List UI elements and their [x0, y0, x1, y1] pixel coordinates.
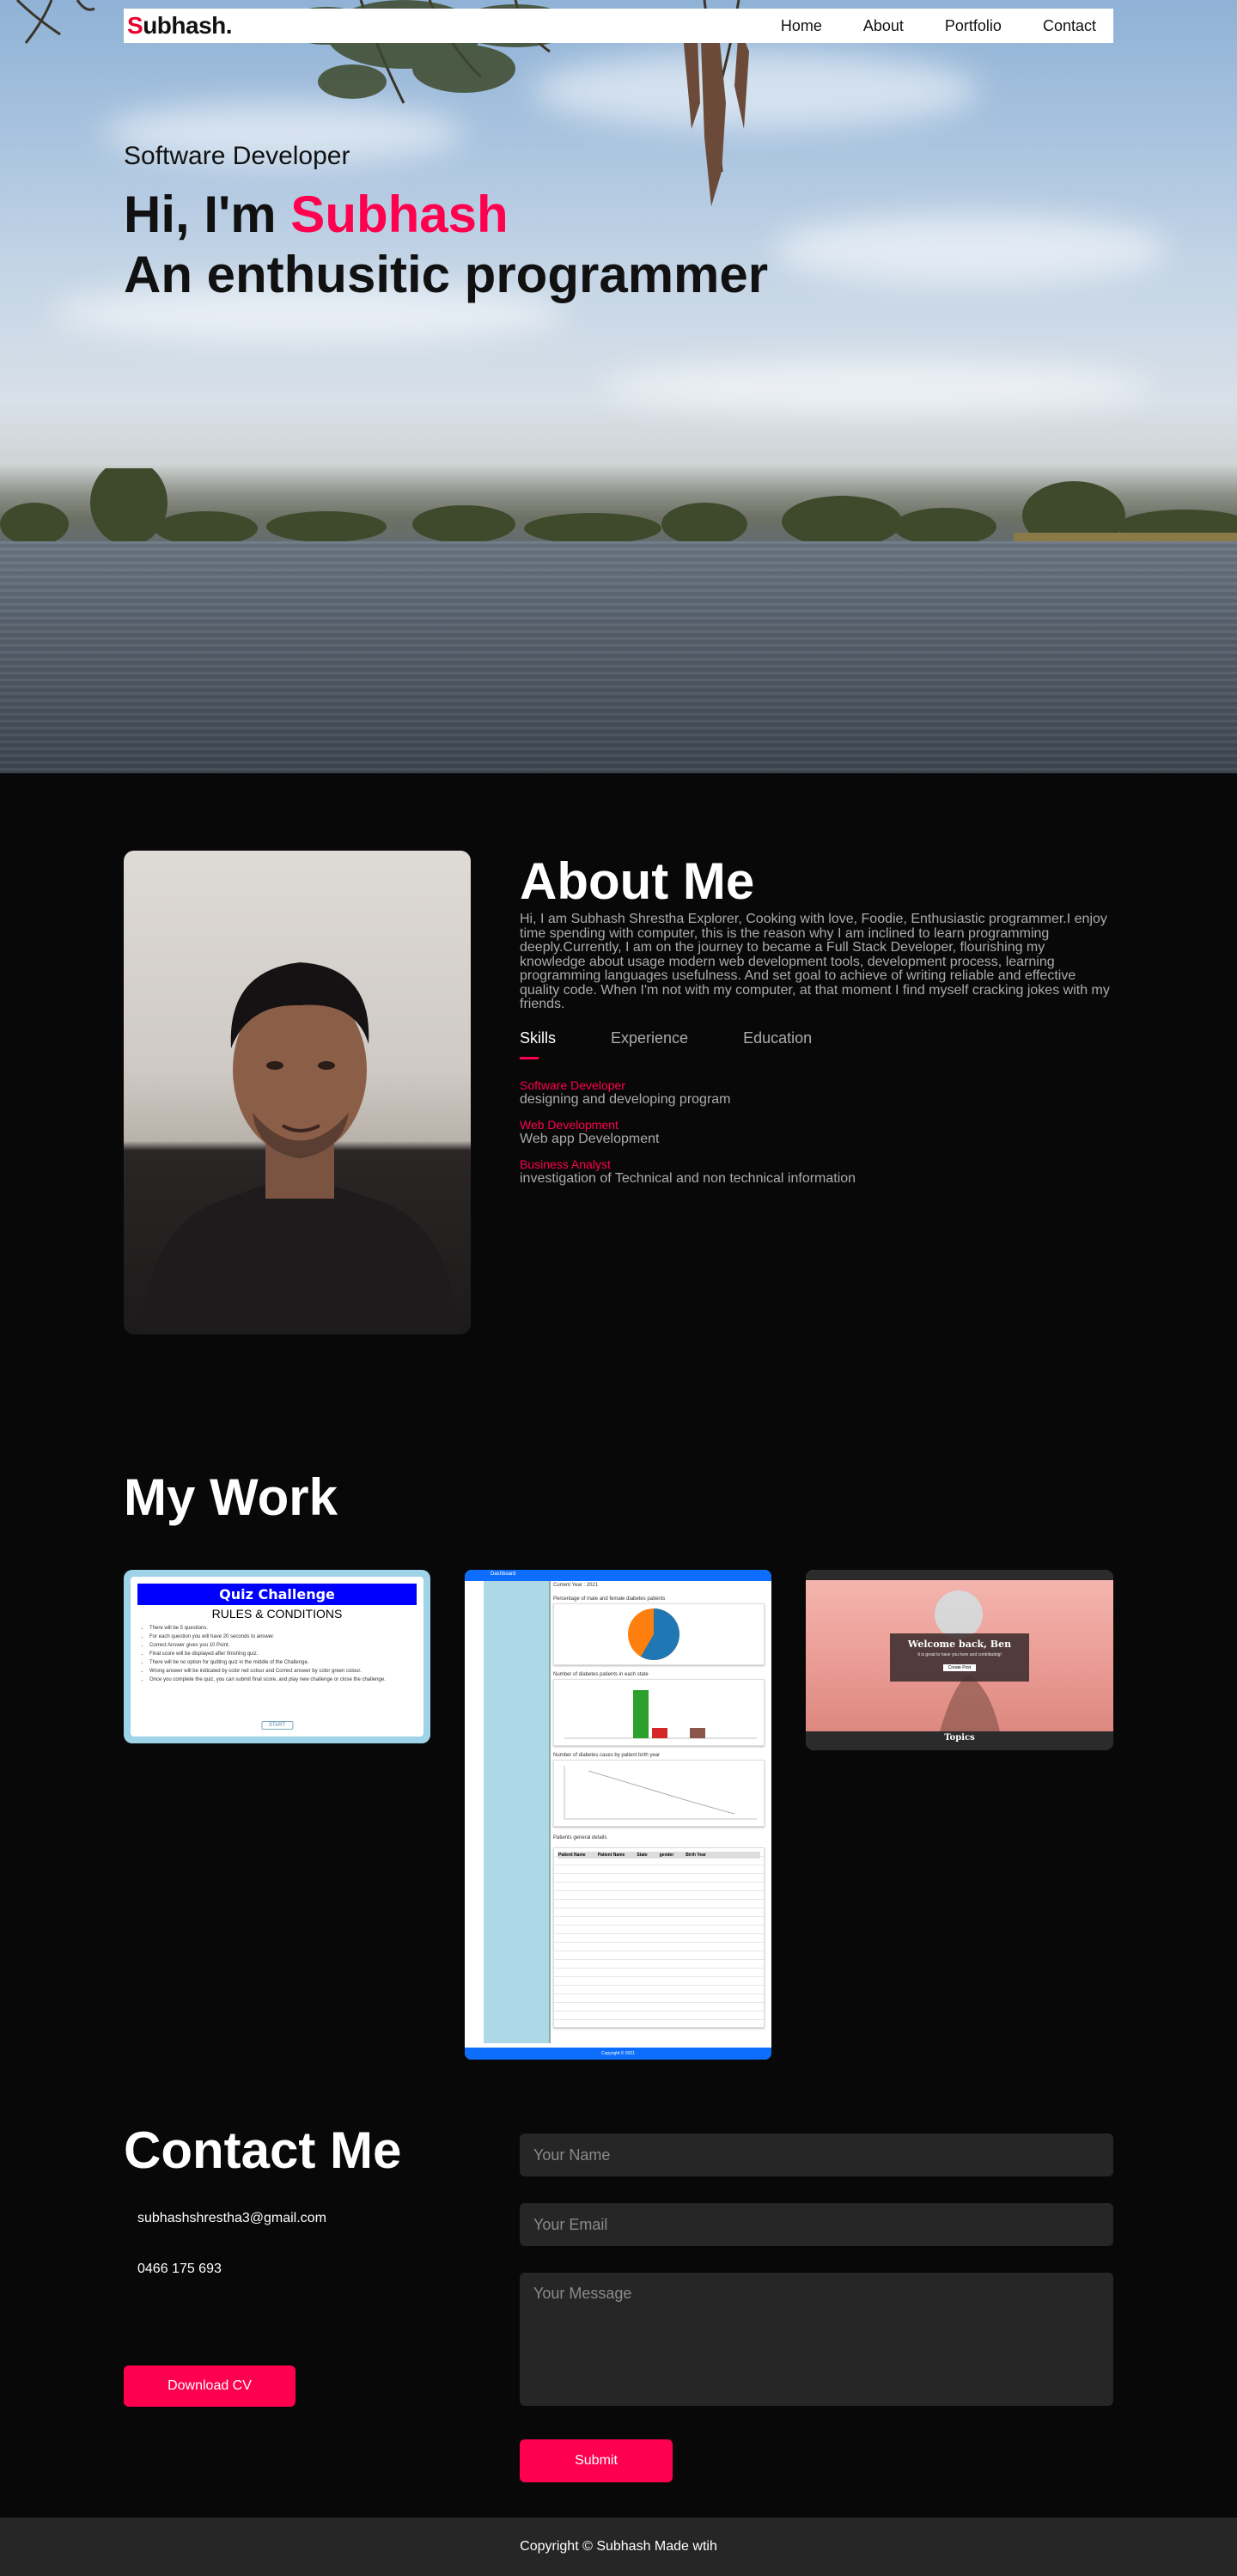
pie-chart-image	[628, 1608, 679, 1660]
tab-skills[interactable]: Skills	[520, 1029, 556, 1059]
email-text: subhashshrestha3@gmail.com	[137, 2211, 326, 2225]
skill-description: Web app Development	[520, 1131, 660, 1146]
skill-role: Business Analyst	[520, 1157, 611, 1171]
patients-table: Patient Name Patient Name State gender B…	[553, 1847, 765, 2028]
table-title: Patients general details	[553, 1835, 607, 1840]
logo-rest: ubhash.	[143, 12, 233, 39]
line-chart-image	[564, 1766, 757, 1820]
about-tabs: Skills Experience Education	[520, 1029, 1113, 1059]
nav-links: Home About Portfolio Contact	[740, 17, 1096, 35]
lake-water-image	[0, 541, 1237, 773]
download-cv-button[interactable]: Download CV	[124, 2365, 296, 2407]
contact-phone[interactable]: 0466 175 693	[137, 2262, 222, 2277]
chart-title-3: Number of diabetes cases by patient birt…	[553, 1753, 661, 1758]
list-item: Web Development Web app Development	[520, 1118, 1113, 1147]
tab-education[interactable]: Education	[743, 1029, 812, 1059]
line-chart-panel	[553, 1760, 765, 1827]
topics-bar: Topics	[806, 1731, 1113, 1750]
page: Subhash. Home About Portfolio Contact So…	[0, 0, 1237, 2576]
dashboard-header: Dashboard	[465, 1570, 771, 1581]
table-header-cell: Birth Year	[686, 1853, 706, 1858]
table-header-cell: gender	[659, 1853, 674, 1858]
message-field[interactable]	[520, 2273, 1113, 2406]
list-item: Business Analyst investigation of Techni…	[520, 1157, 1113, 1187]
list-item: Final score will be displayed after fini…	[149, 1650, 417, 1658]
name-field[interactable]	[520, 2133, 1113, 2176]
phone-text: 0466 175 693	[137, 2262, 222, 2276]
hero-section: Subhash. Home About Portfolio Contact So…	[0, 0, 1237, 773]
logo-first-letter: S	[127, 12, 143, 39]
nav-link-contact[interactable]: Contact	[1043, 17, 1096, 35]
bar-chart-panel	[553, 1679, 765, 1746]
pie-chart-panel	[553, 1603, 765, 1665]
quiz-subtitle: RULES & CONDITIONS	[211, 1607, 343, 1621]
welcome-panel: Welcome back, Ben It is great to have yo…	[890, 1633, 1029, 1682]
list-item: For each question you will have 20 secon…	[149, 1633, 417, 1641]
submit-button[interactable]: Submit	[520, 2439, 673, 2482]
skill-description: designing and developing program	[520, 1091, 731, 1107]
hero-title: Hi, I'm Subhash An enthusitic programmer	[124, 185, 768, 305]
table-header-cell: State	[637, 1853, 648, 1858]
nav-link-portfolio[interactable]: Portfolio	[945, 17, 1002, 35]
skill-role: Web Development	[520, 1117, 618, 1132]
work-card-dashboard[interactable]: Dashboard Current Year : 2021 Percentage…	[465, 1570, 771, 2060]
chart-title-1: Percentage of male and female diabetes p…	[553, 1596, 666, 1602]
table-header-cell: Patient Name	[558, 1853, 586, 1858]
create-post-button[interactable]: Create Post	[942, 1664, 977, 1671]
welcome-title: Welcome back, Ben	[907, 1639, 1012, 1650]
contact-heading: Contact Me	[124, 2121, 402, 2179]
portrait-image	[141, 962, 459, 1334]
work-card-quiz[interactable]: Quiz Challenge RULES & CONDITIONS There …	[124, 1570, 430, 1743]
nav-link-home[interactable]: Home	[781, 17, 822, 35]
table-header-cell: Patient Name	[597, 1853, 625, 1858]
dashboard-brand: Dashboard	[491, 1572, 516, 1577]
hero-text: Software Developer Hi, I'm Subhash An en…	[124, 142, 768, 305]
quiz-start-button[interactable]: START	[260, 1721, 294, 1730]
about-content: About Me Hi, I am Subhash Shrestha Explo…	[520, 851, 1113, 1197]
bar-chart-image	[564, 1690, 757, 1739]
dashboard-year: Current Year : 2021	[553, 1583, 599, 1588]
tab-experience[interactable]: Experience	[611, 1029, 688, 1059]
email-field[interactable]	[520, 2203, 1113, 2246]
topics-label: Topics	[944, 1733, 975, 1743]
hero-greeting: Hi, I'm	[124, 186, 291, 243]
about-heading: About Me	[520, 852, 755, 910]
list-item: Correct Answer gives you 10 Point.	[149, 1641, 417, 1650]
hero-name: Subhash	[290, 186, 509, 243]
list-item: Wrong answer will be indicated by color …	[149, 1667, 417, 1676]
list-item: Once you complete the quiz, you can subm…	[149, 1676, 417, 1684]
site-footer: Copyright © Subhash Made wtih	[0, 2518, 1237, 2576]
top-navbar: Subhash. Home About Portfolio Contact	[124, 9, 1113, 43]
hero-subtitle: Software Developer	[124, 142, 350, 170]
contact-email[interactable]: subhashshrestha3@gmail.com	[137, 2211, 326, 2226]
skills-list: Software Developer designing and develop…	[520, 1078, 1113, 1187]
list-item: There will be no option for quitting qui…	[149, 1658, 417, 1667]
site-logo[interactable]: Subhash.	[127, 12, 233, 40]
work-heading: My Work	[124, 1468, 338, 1526]
quiz-title: Quiz Challenge	[137, 1584, 417, 1605]
work-card-blog[interactable]: Welcome back, Ben It is great to have yo…	[806, 1570, 1113, 1750]
nav-link-about[interactable]: About	[863, 17, 904, 35]
profile-photo	[124, 851, 471, 1334]
list-item: There will be 5 questions.	[149, 1624, 417, 1633]
about-paragraph: Hi, I am Subhash Shrestha Explorer, Cook…	[520, 912, 1110, 1011]
chart-title-2: Number of diabetes patients in each stat…	[553, 1672, 649, 1677]
skill-role: Software Developer	[520, 1077, 625, 1092]
welcome-message: It is great to have you here and contrib…	[917, 1652, 1002, 1657]
dashboard-footer: Copyright © 2021	[465, 2048, 771, 2060]
dashboard-main: Current Year : 2021 Percentage of male a…	[553, 1583, 765, 2038]
dashboard-sidebar	[484, 1581, 551, 2043]
copyright-text: Copyright © Subhash Made wtih	[520, 2539, 717, 2554]
hero-tagline: An enthusitic programmer	[124, 246, 769, 303]
list-item: Software Developer designing and develop…	[520, 1078, 1113, 1108]
quiz-rules-list: There will be 5 questions. For each ques…	[149, 1624, 417, 1684]
skill-description: investigation of Technical and non techn…	[520, 1170, 856, 1186]
blog-topbar	[806, 1570, 1113, 1580]
